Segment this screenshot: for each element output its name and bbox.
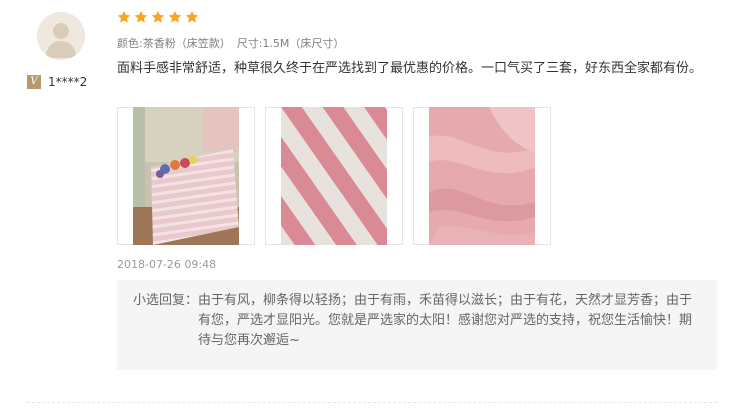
sku-info: 颜色:茶香粉（床笠款） 尺寸:1.5M（床尺寸） (117, 37, 717, 51)
sku-color: 颜色:茶香粉（床笠款） (117, 37, 231, 50)
sku-size: 尺寸:1.5M（床尺寸） (236, 37, 345, 50)
review-text: 面料手感非常舒适，种草很久终于在严选找到了最优惠的价格。一口气买了三套，好东西全… (117, 61, 703, 76)
vip-badge-label: V (30, 76, 38, 87)
vip-badge: V (27, 75, 41, 89)
merchant-reply: 小选回复： 由于有风，柳条得以轻扬；由于有雨，禾苗得以滋长；由于有花，天然才显芳… (117, 280, 717, 370)
star-rating (117, 8, 717, 26)
divider (27, 402, 717, 403)
user-avatar-icon (37, 12, 85, 60)
reply-label: 小选回复： (133, 293, 199, 308)
username: 1****2 (48, 75, 88, 89)
star-icon (134, 10, 148, 23)
star-icon (117, 10, 131, 23)
photo-stripe-fabric[interactable] (265, 107, 403, 245)
star-icon (151, 10, 165, 23)
review-date: 2018-07-26 09:48 (117, 258, 217, 271)
review-photos (117, 107, 551, 245)
star-icon (185, 10, 199, 23)
review-content: 颜色:茶香粉（床笠款） 尺寸:1.5M（床尺寸） 面料手感非常舒适，种草很久终于在… (117, 8, 717, 370)
photo-fabric-closeup[interactable] (413, 107, 551, 245)
reply-text: 由于有风，柳条得以轻扬；由于有雨，禾苗得以滋长；由于有花，天然才显芳香；由于有您… (198, 293, 693, 348)
star-icon (168, 10, 182, 23)
review-item: V 1****2 颜色:茶香粉（床笠款） 尺寸:1.5M（床尺寸） 面料手感非常舒… (0, 0, 741, 412)
photo-bed[interactable] (117, 107, 255, 245)
